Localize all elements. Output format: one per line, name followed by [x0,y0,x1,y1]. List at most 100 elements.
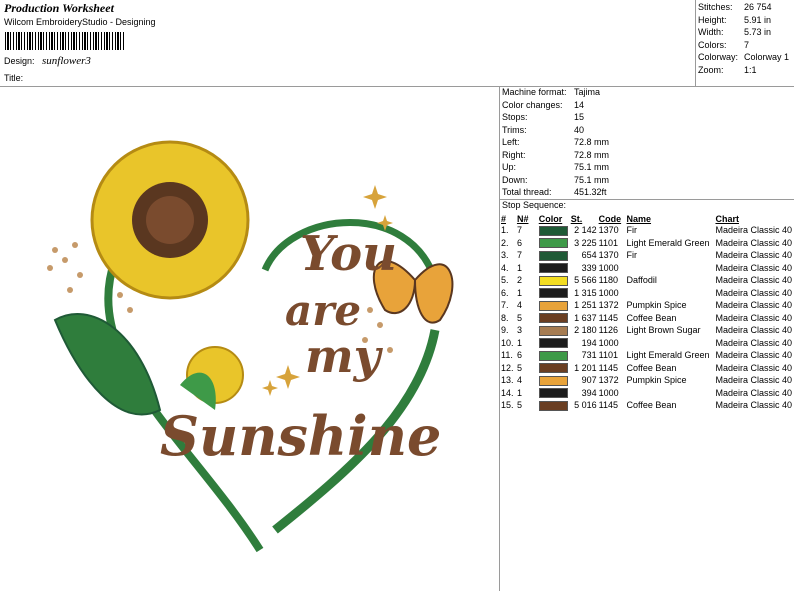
row-stitches: 654 [581,250,597,261]
zoom-value: 1:1 [744,64,757,75]
color-changes-label: Color changes: [502,99,563,110]
row-color-swatch [538,349,571,362]
row-num: 15. [501,400,514,411]
trims-value: 40 [574,124,585,135]
stitches-value: 26 754 [744,2,772,12]
colorway-label: Colorway: [698,52,739,62]
color-swatch [538,238,568,249]
row-stitches: 3 225 [574,237,597,248]
row-code: 1126 [598,325,618,336]
row-needle: 1 [516,337,522,348]
small-sunflower-icon [180,346,244,410]
table-row: 4. 1 339 1000 Madeira Classic 40 [501,262,794,275]
title-label: Title: [4,73,24,83]
color-swatch [538,338,568,349]
stitches-label: Stitches: [698,2,733,12]
row-code: 1000 [598,387,619,398]
row-needle: 1 [516,262,522,273]
row-color-swatch [538,312,571,325]
color-swatch [538,250,568,261]
row-stitches: 194 [581,337,597,348]
row-color-swatch [538,337,571,350]
row-num: 4. [501,262,509,273]
row-needle: 6 [516,350,522,361]
table-row: 11. 6 731 1101 Light Emerald Green Madeira Cl… [501,349,794,362]
row-stitches: 1 201 [574,362,597,373]
machine-panel: Machine format: Tajima Color changes: 14 S… [502,86,609,199]
row-chart: Madeira Classic 40 [715,225,792,236]
design-name: sunflower3 [42,55,91,67]
thread-label: Total thread: [502,187,552,197]
row-name: Coffee Bean [626,400,677,411]
leaf-icon [53,313,162,416]
row-needle: 1 [516,287,522,298]
row-color-swatch [538,399,571,412]
row-code: 1101 [598,350,618,361]
row-chart: Madeira Classic 40 [715,337,792,348]
table-row: 3. 7 654 1370 Fir Madeira Classic 40 [501,249,794,262]
row-stitches: 731 [581,350,597,361]
barcode [5,32,126,50]
table-row: 7. 4 1 251 1372 Pumpkin Spice Madeira Classic… [501,299,794,312]
row-chart: Madeira Classic 40 [715,275,792,286]
row-code: 1145 [598,362,618,373]
up-label: Up: [502,162,517,172]
row-num: 10. [501,337,514,348]
table-row: 14. 1 394 1000 Madeira Classic 40 [501,387,794,400]
colors-label: Colors: [698,39,727,50]
row-code: 1370 [598,250,619,261]
row-name: Fir [626,225,638,236]
embroidery-preview: You are my Sunshine [47,140,454,553]
row-num: 13. [501,375,514,386]
table-row: 5. 2 5 566 1180 Daffodil Madeira Classic 40 [501,274,794,287]
row-name [627,262,716,275]
row-num: 3. [501,250,509,261]
left-label: Left: [502,137,520,147]
up-value: 75.1 mm [574,162,610,172]
stop-sequence-label: Stop Sequence: [502,200,567,210]
stop-sequence-table: # N# Color St. Code Name Chart 1. 7 2 142 1… [501,213,794,412]
row-name: Daffodil [626,275,657,286]
row-stitches: 2 180 [574,325,597,336]
row-color-swatch [538,299,571,312]
row-stitches: 5 566 [574,275,597,286]
stops-value: 15 [574,112,585,122]
artwork-line3: my [305,329,384,383]
artwork-line2: are [285,286,361,335]
row-name: Light Emerald Green [626,237,710,248]
row-stitches: 339 [581,262,597,273]
zoom-label: Zoom: [698,64,724,75]
row-code: 1145 [598,400,618,411]
table-row: 13. 4 907 1372 Pumpkin Spice Madeira Classic … [501,374,794,387]
row-color-swatch [538,249,571,262]
row-needle: 5 [516,400,522,411]
row-chart: Madeira Classic 40 [715,262,792,273]
format-value: Tajima [574,87,601,97]
row-chart: Madeira Classic 40 [715,250,792,261]
right-value: 72.8 mm [574,149,610,160]
row-chart: Madeira Classic 40 [715,362,792,373]
row-color-swatch [538,262,571,275]
row-num: 6. [501,287,509,298]
row-needle: 6 [516,237,522,248]
color-changes-value: 14 [574,99,585,110]
table-row: 6. 1 1 315 1000 Madeira Classic 40 [501,287,794,300]
color-swatch [538,275,568,286]
color-swatch [538,288,568,299]
width-value: 5.73 in [744,27,772,37]
color-swatch [538,300,568,311]
row-name [627,387,716,400]
col-chart: Chart [715,213,739,224]
row-chart: Madeira Classic 40 [715,400,792,411]
row-code: 1372 [598,375,619,386]
left-value: 72.8 mm [574,137,610,147]
table-row: 2. 6 3 225 1101 Light Emerald Green Madeira C… [501,237,794,250]
sunflower-icon [90,140,250,300]
width-label: Width: [698,27,724,37]
row-num: 9. [501,325,509,336]
table-row: 8. 5 1 637 1145 Coffee Bean Madeira Classic 4… [501,312,794,325]
col-needle: N# [516,213,529,224]
color-swatch [538,225,568,236]
row-needle: 2 [516,275,522,286]
color-swatch [538,400,568,411]
